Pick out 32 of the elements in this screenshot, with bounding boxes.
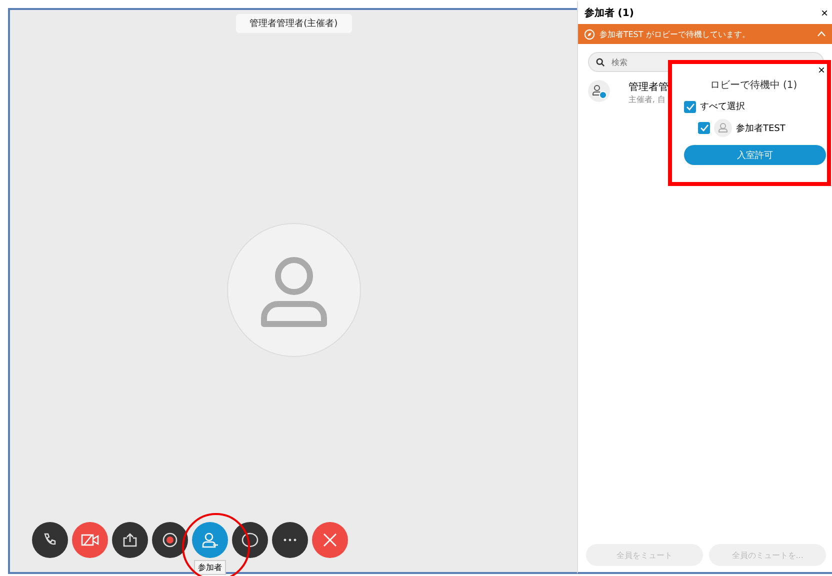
close-icon bbox=[323, 533, 337, 547]
leave-button[interactable] bbox=[312, 522, 348, 558]
admit-button[interactable]: 入室許可 bbox=[684, 145, 826, 165]
compass-icon bbox=[584, 28, 596, 40]
select-all-label: すべて選択 bbox=[700, 100, 745, 113]
chat-button[interactable] bbox=[232, 522, 268, 558]
avatar-icon bbox=[714, 119, 732, 137]
phone-button[interactable] bbox=[32, 522, 68, 558]
participant-role: 主催者, 自 bbox=[628, 94, 666, 105]
share-button[interactable] bbox=[112, 522, 148, 558]
panel-title: 参加者 (1) bbox=[584, 6, 634, 20]
waiting-participant-name: 参加者TEST bbox=[736, 122, 786, 134]
close-button[interactable]: × bbox=[818, 64, 825, 76]
checkbox[interactable] bbox=[684, 100, 696, 112]
tooltip: 参加者 bbox=[194, 560, 226, 575]
name-badge: 管理者管理者(主催者) bbox=[236, 14, 352, 33]
record-button[interactable] bbox=[152, 522, 188, 558]
close-button[interactable]: × bbox=[820, 7, 828, 19]
participant-avatar-icon bbox=[588, 80, 610, 102]
banner-text: 参加者TEST がロビーで待機しています。 bbox=[599, 28, 751, 40]
chat-icon bbox=[241, 532, 259, 548]
record-icon bbox=[162, 532, 178, 548]
participant-name: 管理者管 bbox=[628, 80, 668, 94]
more-icon bbox=[283, 538, 297, 542]
more-button[interactable] bbox=[272, 522, 308, 558]
checkbox[interactable] bbox=[698, 122, 710, 134]
camera-off-icon bbox=[81, 533, 99, 547]
share-icon bbox=[122, 532, 138, 548]
person-icon bbox=[201, 532, 219, 548]
collapse-icon[interactable] bbox=[817, 31, 826, 37]
video-button[interactable] bbox=[72, 522, 108, 558]
popup-title: ロビーで待機中 (1) bbox=[710, 78, 798, 92]
